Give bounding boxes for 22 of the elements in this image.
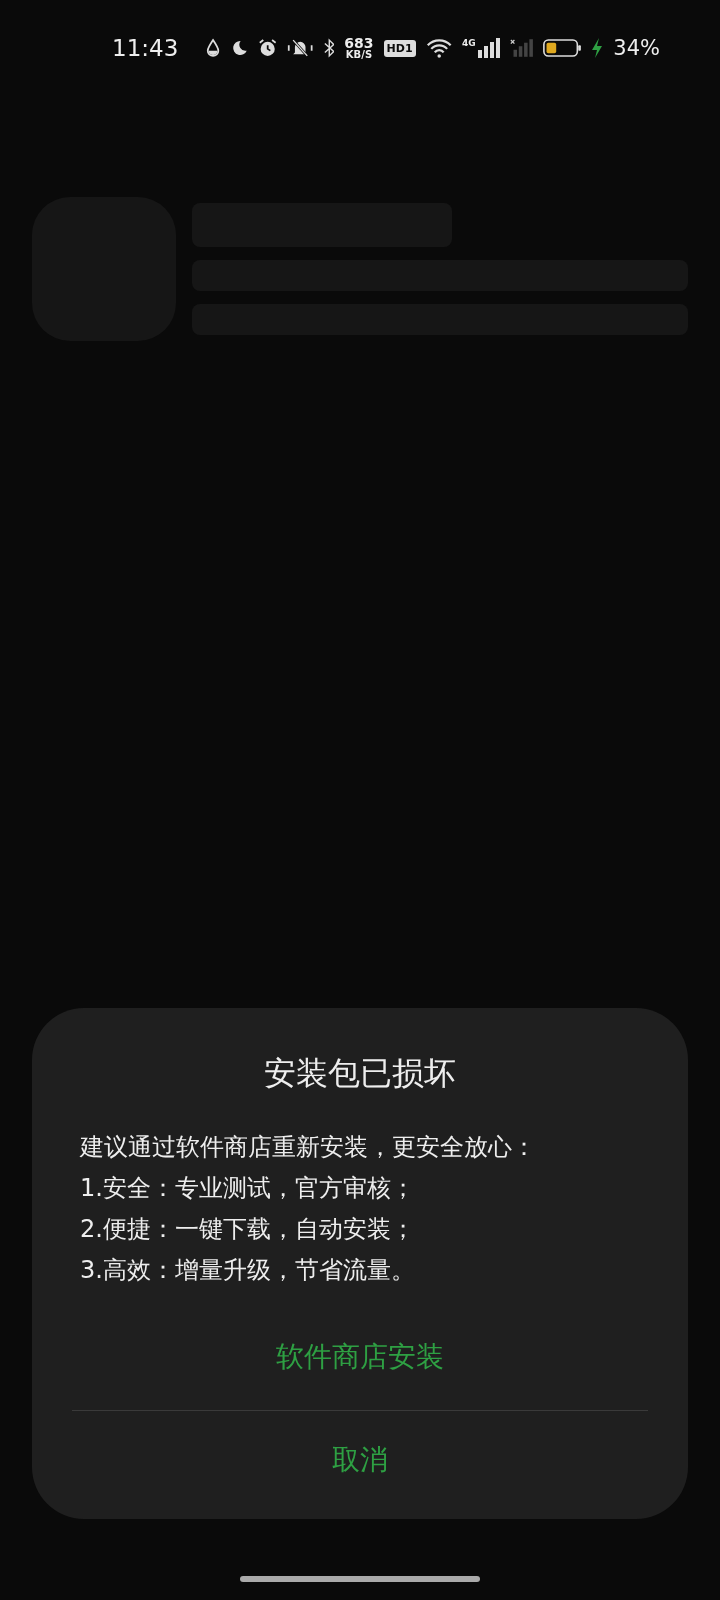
bluetooth-icon bbox=[323, 37, 335, 59]
alarm-icon bbox=[258, 37, 278, 59]
drop-icon bbox=[206, 38, 221, 58]
hd-badge: HD1 bbox=[383, 39, 416, 57]
install-button[interactable]: 软件商店安装 bbox=[276, 1322, 444, 1392]
battery-icon bbox=[542, 37, 582, 59]
moon-icon bbox=[230, 38, 248, 58]
message-line: 1.安全：专业测试，官方审核； bbox=[80, 1173, 416, 1204]
network-type: 4G bbox=[462, 38, 476, 48]
dialog-title: 安装包已损坏 bbox=[263, 1053, 457, 1094]
message-line: 3.高效：增量升级，节省流量。 bbox=[80, 1255, 416, 1286]
network-speed: 683 KB/S bbox=[344, 36, 374, 60]
wifi-icon bbox=[425, 37, 452, 59]
clock-time: 11:43 bbox=[112, 35, 179, 61]
mute-vibrate-icon bbox=[287, 37, 314, 59]
message-line: 建议通过软件商店重新安装，更安全放心： bbox=[80, 1132, 537, 1163]
no-signal-icon bbox=[509, 38, 533, 58]
message-line: 2.便捷：一键下载，自动安装； bbox=[80, 1214, 416, 1245]
battery-percentage: 34% bbox=[613, 36, 660, 60]
signal-icon bbox=[477, 38, 500, 58]
home-indicator[interactable] bbox=[240, 1576, 480, 1582]
cancel-button[interactable]: 取消 bbox=[332, 1425, 388, 1495]
